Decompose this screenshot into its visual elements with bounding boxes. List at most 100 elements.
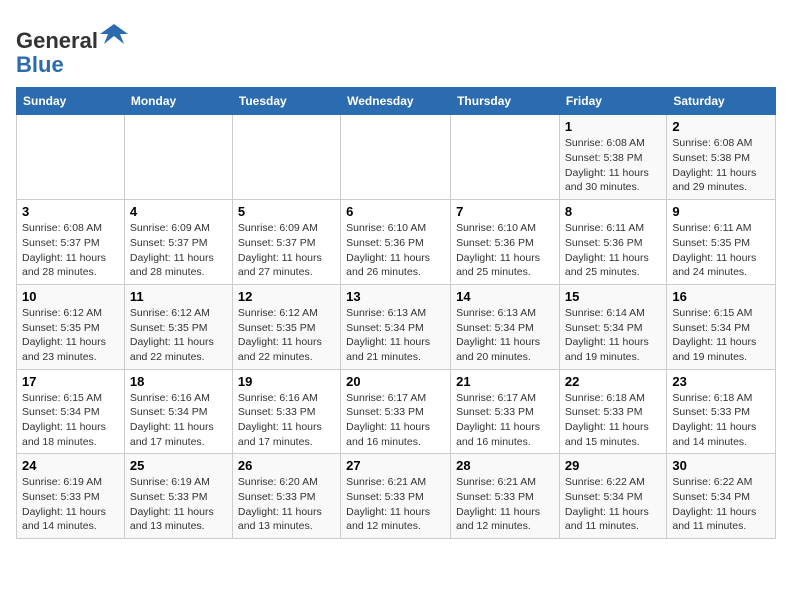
day-number: 28 [456,458,554,473]
day-cell [341,115,451,200]
day-info: Sunrise: 6:09 AMSunset: 5:37 PMDaylight:… [130,221,227,280]
day-cell: 3Sunrise: 6:08 AMSunset: 5:37 PMDaylight… [17,200,125,285]
day-cell: 17Sunrise: 6:15 AMSunset: 5:34 PMDayligh… [17,369,125,454]
day-cell: 14Sunrise: 6:13 AMSunset: 5:34 PMDayligh… [451,284,560,369]
day-cell: 18 Sunrise: 6:16 AMSunset: 5:34 PMDayligh… [124,369,232,454]
day-info: Sunrise: 6:22 AMSunset: 5:34 PMDaylight:… [565,475,661,534]
day-info: Sunrise: 6:16 AMSunset: 5:33 PMDaylight:… [238,391,335,450]
day-number: 19 [238,374,335,389]
day-cell: 4 Sunrise: 6:09 AMSunset: 5:37 PMDaylight… [124,200,232,285]
day-number: 5 [238,204,335,219]
day-cell [232,115,340,200]
day-number: 23 [672,374,770,389]
day-number: 1 [565,119,661,134]
day-info: Sunrise: 6:16 AMSunset: 5:34 PMDaylight:… [130,391,227,450]
week-row-2: 3Sunrise: 6:08 AMSunset: 5:37 PMDaylight… [17,200,776,285]
day-number: 21 [456,374,554,389]
day-info: Sunrise: 6:12 AMSunset: 5:35 PMDaylight:… [238,306,335,365]
day-number: 7 [456,204,554,219]
day-info: Sunrise: 6:10 AMSunset: 5:36 PMDaylight:… [456,221,554,280]
day-number: 25 [130,458,227,473]
day-info: Sunrise: 6:17 AMSunset: 5:33 PMDaylight:… [346,391,445,450]
header-cell-thursday: Thursday [451,88,560,115]
day-cell: 16 Sunrise: 6:15 AMSunset: 5:34 PMDayligh… [667,284,776,369]
day-cell: 7 Sunrise: 6:10 AMSunset: 5:36 PMDaylight… [451,200,560,285]
header-cell-tuesday: Tuesday [232,88,340,115]
day-number: 15 [565,289,661,304]
day-number: 2 [672,119,770,134]
day-info: Sunrise: 6:18 AMSunset: 5:33 PMDaylight:… [565,391,661,450]
header-cell-sunday: Sunday [17,88,125,115]
day-cell: 2 Sunrise: 6:08 AMSunset: 5:38 PMDaylight… [667,115,776,200]
day-cell: 12 Sunrise: 6:12 AMSunset: 5:35 PMDayligh… [232,284,340,369]
day-cell [124,115,232,200]
day-number: 8 [565,204,661,219]
day-number: 6 [346,204,445,219]
day-cell: 24 Sunrise: 6:19 AMSunset: 5:33 PMDayligh… [17,454,125,539]
day-number: 20 [346,374,445,389]
day-cell: 15Sunrise: 6:14 AMSunset: 5:34 PMDayligh… [559,284,666,369]
day-number: 11 [130,289,227,304]
day-info: Sunrise: 6:15 AMSunset: 5:34 PMDaylight:… [22,391,119,450]
day-number: 27 [346,458,445,473]
day-info: Sunrise: 6:19 AMSunset: 5:33 PMDaylight:… [130,475,227,534]
week-row-5: 24 Sunrise: 6:19 AMSunset: 5:33 PMDayligh… [17,454,776,539]
day-info: Sunrise: 6:20 AMSunset: 5:33 PMDaylight:… [238,475,335,534]
day-cell: 27 Sunrise: 6:21 AMSunset: 5:33 PMDayligh… [341,454,451,539]
header-cell-wednesday: Wednesday [341,88,451,115]
calendar-table: SundayMondayTuesdayWednesdayThursdayFrid… [16,87,776,539]
day-info: Sunrise: 6:12 AMSunset: 5:35 PMDaylight:… [22,306,119,365]
week-row-1: 1 Sunrise: 6:08 AMSunset: 5:38 PMDaylight… [17,115,776,200]
day-info: Sunrise: 6:19 AMSunset: 5:33 PMDaylight:… [22,475,119,534]
day-number: 22 [565,374,661,389]
day-number: 16 [672,289,770,304]
header-cell-saturday: Saturday [667,88,776,115]
week-row-3: 10 Sunrise: 6:12 AMSunset: 5:35 PMDayligh… [17,284,776,369]
day-cell: 5 Sunrise: 6:09 AMSunset: 5:37 PMDaylight… [232,200,340,285]
logo-text: General Blue [16,20,128,77]
logo: General Blue [16,20,128,77]
day-info: Sunrise: 6:17 AMSunset: 5:33 PMDaylight:… [456,391,554,450]
day-info: Sunrise: 6:11 AMSunset: 5:36 PMDaylight:… [565,221,661,280]
day-number: 29 [565,458,661,473]
day-cell: 11 Sunrise: 6:12 AMSunset: 5:35 PMDayligh… [124,284,232,369]
day-cell: 1 Sunrise: 6:08 AMSunset: 5:38 PMDaylight… [559,115,666,200]
day-cell: 19 Sunrise: 6:16 AMSunset: 5:33 PMDayligh… [232,369,340,454]
day-number: 9 [672,204,770,219]
day-info: Sunrise: 6:15 AMSunset: 5:34 PMDaylight:… [672,306,770,365]
day-info: Sunrise: 6:10 AMSunset: 5:36 PMDaylight:… [346,221,445,280]
day-cell: 30Sunrise: 6:22 AMSunset: 5:34 PMDayligh… [667,454,776,539]
day-number: 13 [346,289,445,304]
day-info: Sunrise: 6:21 AMSunset: 5:33 PMDaylight:… [346,475,445,534]
day-number: 10 [22,289,119,304]
day-info: Sunrise: 6:12 AMSunset: 5:35 PMDaylight:… [130,306,227,365]
day-cell: 13Sunrise: 6:13 AMSunset: 5:34 PMDayligh… [341,284,451,369]
day-cell: 20 Sunrise: 6:17 AMSunset: 5:33 PMDayligh… [341,369,451,454]
day-cell: 28Sunrise: 6:21 AMSunset: 5:33 PMDayligh… [451,454,560,539]
day-info: Sunrise: 6:08 AMSunset: 5:38 PMDaylight:… [672,136,770,195]
header-cell-monday: Monday [124,88,232,115]
day-cell: 26 Sunrise: 6:20 AMSunset: 5:33 PMDayligh… [232,454,340,539]
header-cell-friday: Friday [559,88,666,115]
day-number: 18 [130,374,227,389]
day-number: 12 [238,289,335,304]
day-cell: 9 Sunrise: 6:11 AMSunset: 5:35 PMDaylight… [667,200,776,285]
week-row-4: 17Sunrise: 6:15 AMSunset: 5:34 PMDayligh… [17,369,776,454]
day-number: 4 [130,204,227,219]
day-cell: 6 Sunrise: 6:10 AMSunset: 5:36 PMDaylight… [341,200,451,285]
day-info: Sunrise: 6:09 AMSunset: 5:37 PMDaylight:… [238,221,335,280]
day-cell [17,115,125,200]
day-cell: 8 Sunrise: 6:11 AMSunset: 5:36 PMDaylight… [559,200,666,285]
logo-general: General [16,28,98,53]
day-info: Sunrise: 6:11 AMSunset: 5:35 PMDaylight:… [672,221,770,280]
day-cell [451,115,560,200]
day-info: Sunrise: 6:08 AMSunset: 5:38 PMDaylight:… [565,136,661,195]
day-cell: 22 Sunrise: 6:18 AMSunset: 5:33 PMDayligh… [559,369,666,454]
day-cell: 10 Sunrise: 6:12 AMSunset: 5:35 PMDayligh… [17,284,125,369]
day-info: Sunrise: 6:18 AMSunset: 5:33 PMDaylight:… [672,391,770,450]
day-number: 26 [238,458,335,473]
logo-blue: Blue [16,52,64,77]
day-number: 24 [22,458,119,473]
day-cell: 25 Sunrise: 6:19 AMSunset: 5:33 PMDayligh… [124,454,232,539]
day-cell: 29 Sunrise: 6:22 AMSunset: 5:34 PMDayligh… [559,454,666,539]
